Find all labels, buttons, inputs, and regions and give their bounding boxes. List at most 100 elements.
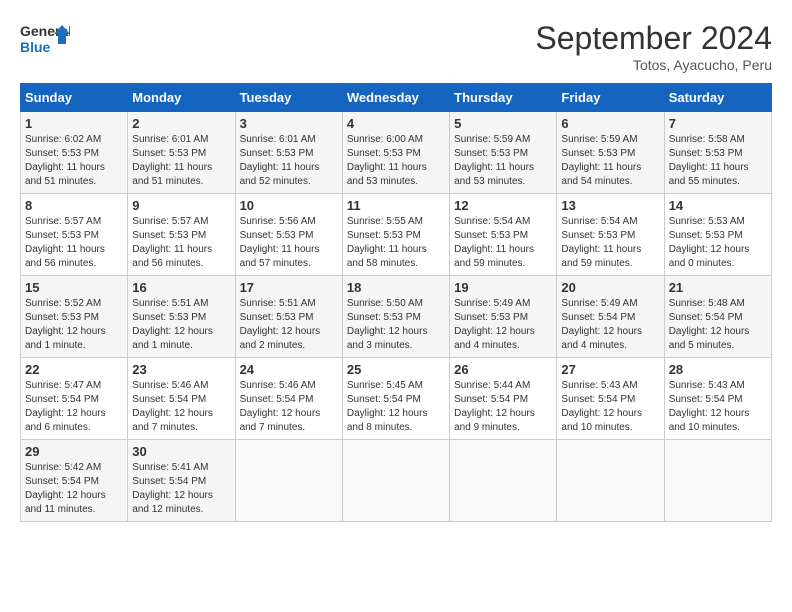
day-info: Sunrise: 5:49 AM Sunset: 5:53 PM Dayligh…	[454, 297, 552, 353]
day-info: Sunrise: 5:54 AM Sunset: 5:53 PM Dayligh…	[561, 215, 659, 271]
weekday-header-row: SundayMondayTuesdayWednesdayThursdayFrid…	[21, 84, 772, 112]
logo: General Blue	[20, 20, 70, 60]
calendar-cell	[342, 440, 449, 522]
day-info: Sunrise: 6:01 AM Sunset: 5:53 PM Dayligh…	[132, 133, 230, 189]
day-info: Sunrise: 5:49 AM Sunset: 5:54 PM Dayligh…	[561, 297, 659, 353]
day-info: Sunrise: 5:57 AM Sunset: 5:53 PM Dayligh…	[132, 215, 230, 271]
day-info: Sunrise: 5:58 AM Sunset: 5:53 PM Dayligh…	[669, 133, 767, 189]
day-info: Sunrise: 5:55 AM Sunset: 5:53 PM Dayligh…	[347, 215, 445, 271]
day-number: 30	[132, 444, 230, 459]
day-number: 17	[240, 280, 338, 295]
calendar-cell: 9 Sunrise: 5:57 AM Sunset: 5:53 PM Daylig…	[128, 194, 235, 276]
day-number: 20	[561, 280, 659, 295]
calendar-cell: 22 Sunrise: 5:47 AM Sunset: 5:54 PM Dayli…	[21, 358, 128, 440]
calendar-week-2: 8 Sunrise: 5:57 AM Sunset: 5:53 PM Daylig…	[21, 194, 772, 276]
title-area: September 2024 Totos, Ayacucho, Peru	[535, 20, 772, 73]
day-number: 24	[240, 362, 338, 377]
day-info: Sunrise: 5:47 AM Sunset: 5:54 PM Dayligh…	[25, 379, 123, 435]
day-number: 16	[132, 280, 230, 295]
calendar-week-4: 22 Sunrise: 5:47 AM Sunset: 5:54 PM Dayli…	[21, 358, 772, 440]
day-info: Sunrise: 5:46 AM Sunset: 5:54 PM Dayligh…	[132, 379, 230, 435]
calendar-cell: 20 Sunrise: 5:49 AM Sunset: 5:54 PM Dayli…	[557, 276, 664, 358]
day-number: 27	[561, 362, 659, 377]
weekday-header-thursday: Thursday	[450, 84, 557, 112]
calendar-cell: 14 Sunrise: 5:53 AM Sunset: 5:53 PM Dayli…	[664, 194, 771, 276]
calendar-cell: 25 Sunrise: 5:45 AM Sunset: 5:54 PM Dayli…	[342, 358, 449, 440]
day-number: 6	[561, 116, 659, 131]
day-number: 14	[669, 198, 767, 213]
day-number: 12	[454, 198, 552, 213]
day-number: 4	[347, 116, 445, 131]
calendar-cell: 21 Sunrise: 5:48 AM Sunset: 5:54 PM Dayli…	[664, 276, 771, 358]
calendar-cell: 7Sunrise: 5:58 AM Sunset: 5:53 PM Daylig…	[664, 112, 771, 194]
day-info: Sunrise: 5:51 AM Sunset: 5:53 PM Dayligh…	[132, 297, 230, 353]
calendar-cell: 29 Sunrise: 5:42 AM Sunset: 5:54 PM Dayli…	[21, 440, 128, 522]
calendar-cell: 4 Sunrise: 6:00 AM Sunset: 5:53 PM Daylig…	[342, 112, 449, 194]
calendar-cell: 16 Sunrise: 5:51 AM Sunset: 5:53 PM Dayli…	[128, 276, 235, 358]
day-info: Sunrise: 5:50 AM Sunset: 5:53 PM Dayligh…	[347, 297, 445, 353]
calendar-cell: 26 Sunrise: 5:44 AM Sunset: 5:54 PM Dayli…	[450, 358, 557, 440]
calendar-cell: 28Sunrise: 5:43 AM Sunset: 5:54 PM Dayli…	[664, 358, 771, 440]
svg-text:Blue: Blue	[20, 39, 51, 55]
calendar-cell	[235, 440, 342, 522]
day-number: 8	[25, 198, 123, 213]
day-info: Sunrise: 5:45 AM Sunset: 5:54 PM Dayligh…	[347, 379, 445, 435]
header: General Blue September 2024 Totos, Ayacu…	[20, 20, 772, 73]
day-info: Sunrise: 6:00 AM Sunset: 5:53 PM Dayligh…	[347, 133, 445, 189]
day-number: 21	[669, 280, 767, 295]
calendar-cell: 19Sunrise: 5:49 AM Sunset: 5:53 PM Dayli…	[450, 276, 557, 358]
calendar-cell: 5 Sunrise: 5:59 AM Sunset: 5:53 PM Daylig…	[450, 112, 557, 194]
day-number: 23	[132, 362, 230, 377]
calendar-subtitle: Totos, Ayacucho, Peru	[535, 57, 772, 73]
day-number: 22	[25, 362, 123, 377]
calendar-title: September 2024	[535, 20, 772, 57]
weekday-header-wednesday: Wednesday	[342, 84, 449, 112]
calendar-cell: 23 Sunrise: 5:46 AM Sunset: 5:54 PM Dayli…	[128, 358, 235, 440]
weekday-header-friday: Friday	[557, 84, 664, 112]
weekday-header-saturday: Saturday	[664, 84, 771, 112]
day-info: Sunrise: 5:59 AM Sunset: 5:53 PM Dayligh…	[454, 133, 552, 189]
calendar-cell	[664, 440, 771, 522]
weekday-header-sunday: Sunday	[21, 84, 128, 112]
calendar-cell: 24 Sunrise: 5:46 AM Sunset: 5:54 PM Dayli…	[235, 358, 342, 440]
calendar-cell: 18 Sunrise: 5:50 AM Sunset: 5:53 PM Dayli…	[342, 276, 449, 358]
weekday-header-tuesday: Tuesday	[235, 84, 342, 112]
calendar-cell: 6 Sunrise: 5:59 AM Sunset: 5:53 PM Daylig…	[557, 112, 664, 194]
calendar-cell	[450, 440, 557, 522]
day-number: 3	[240, 116, 338, 131]
calendar-cell: 8Sunrise: 5:57 AM Sunset: 5:53 PM Daylig…	[21, 194, 128, 276]
day-number: 29	[25, 444, 123, 459]
calendar-cell: 13 Sunrise: 5:54 AM Sunset: 5:53 PM Dayli…	[557, 194, 664, 276]
day-info: Sunrise: 5:53 AM Sunset: 5:53 PM Dayligh…	[669, 215, 767, 271]
day-info: Sunrise: 6:02 AM Sunset: 5:53 PM Dayligh…	[25, 133, 123, 189]
day-number: 5	[454, 116, 552, 131]
day-info: Sunrise: 5:43 AM Sunset: 5:54 PM Dayligh…	[561, 379, 659, 435]
day-info: Sunrise: 5:59 AM Sunset: 5:53 PM Dayligh…	[561, 133, 659, 189]
day-number: 13	[561, 198, 659, 213]
calendar-week-3: 15Sunrise: 5:52 AM Sunset: 5:53 PM Dayli…	[21, 276, 772, 358]
day-info: Sunrise: 5:44 AM Sunset: 5:54 PM Dayligh…	[454, 379, 552, 435]
day-number: 11	[347, 198, 445, 213]
day-info: Sunrise: 5:56 AM Sunset: 5:53 PM Dayligh…	[240, 215, 338, 271]
day-info: Sunrise: 5:41 AM Sunset: 5:54 PM Dayligh…	[132, 461, 230, 517]
calendar-cell: 30 Sunrise: 5:41 AM Sunset: 5:54 PM Dayli…	[128, 440, 235, 522]
calendar-cell: 27 Sunrise: 5:43 AM Sunset: 5:54 PM Dayli…	[557, 358, 664, 440]
day-number: 26	[454, 362, 552, 377]
day-info: Sunrise: 5:51 AM Sunset: 5:53 PM Dayligh…	[240, 297, 338, 353]
day-info: Sunrise: 5:42 AM Sunset: 5:54 PM Dayligh…	[25, 461, 123, 517]
calendar-cell	[557, 440, 664, 522]
day-info: Sunrise: 5:46 AM Sunset: 5:54 PM Dayligh…	[240, 379, 338, 435]
day-info: Sunrise: 5:48 AM Sunset: 5:54 PM Dayligh…	[669, 297, 767, 353]
calendar-cell: 15Sunrise: 5:52 AM Sunset: 5:53 PM Dayli…	[21, 276, 128, 358]
day-number: 9	[132, 198, 230, 213]
day-number: 25	[347, 362, 445, 377]
day-number: 18	[347, 280, 445, 295]
calendar-cell: 3 Sunrise: 6:01 AM Sunset: 5:53 PM Daylig…	[235, 112, 342, 194]
day-info: Sunrise: 6:01 AM Sunset: 5:53 PM Dayligh…	[240, 133, 338, 189]
day-number: 1	[25, 116, 123, 131]
day-number: 2	[132, 116, 230, 131]
calendar-cell: 11 Sunrise: 5:55 AM Sunset: 5:53 PM Dayli…	[342, 194, 449, 276]
day-info: Sunrise: 5:54 AM Sunset: 5:53 PM Dayligh…	[454, 215, 552, 271]
calendar-cell: 17 Sunrise: 5:51 AM Sunset: 5:53 PM Dayli…	[235, 276, 342, 358]
day-info: Sunrise: 5:43 AM Sunset: 5:54 PM Dayligh…	[669, 379, 767, 435]
